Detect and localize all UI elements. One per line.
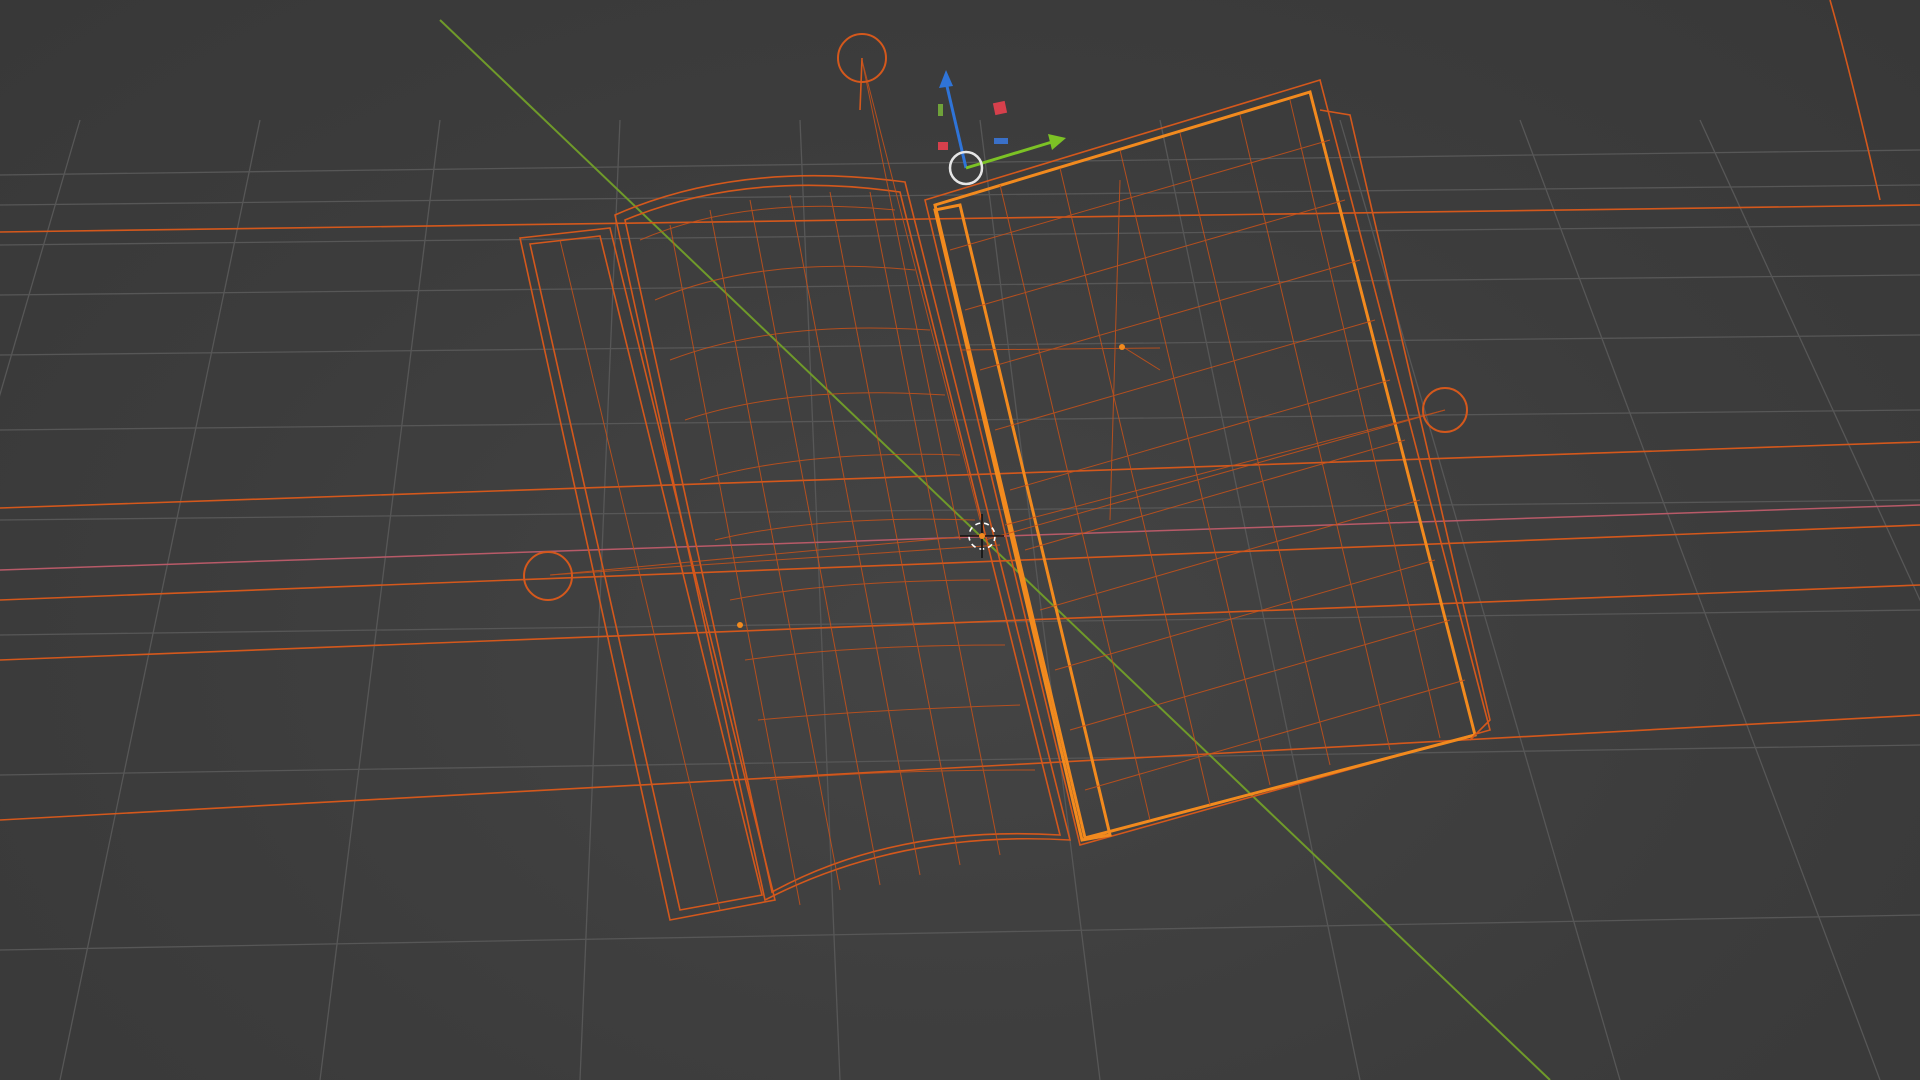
transform-gizmo[interactable]	[938, 70, 1066, 186]
gizmo-plane-xz	[992, 100, 1008, 116]
gizmo-x-arrow	[1048, 134, 1066, 150]
gizmo-plane-red-small	[938, 142, 948, 150]
light-left[interactable]	[523, 551, 573, 601]
3d-viewport[interactable]	[0, 0, 1920, 1080]
gizmo-x-axis	[965, 140, 1053, 170]
book-mesh[interactable]	[519, 59, 1491, 921]
x-axis-line	[0, 504, 1920, 571]
gizmo-plane-yz	[994, 138, 1008, 144]
empty-point[interactable]	[737, 622, 743, 628]
gizmo-plane-xy	[938, 104, 943, 116]
light-guide-lines	[0, 0, 1920, 821]
gizmo-z-arrow	[939, 70, 953, 88]
floor-grid	[0, 119, 1920, 1080]
light-top[interactable]	[837, 33, 887, 111]
empty-point[interactable]	[1119, 344, 1125, 350]
